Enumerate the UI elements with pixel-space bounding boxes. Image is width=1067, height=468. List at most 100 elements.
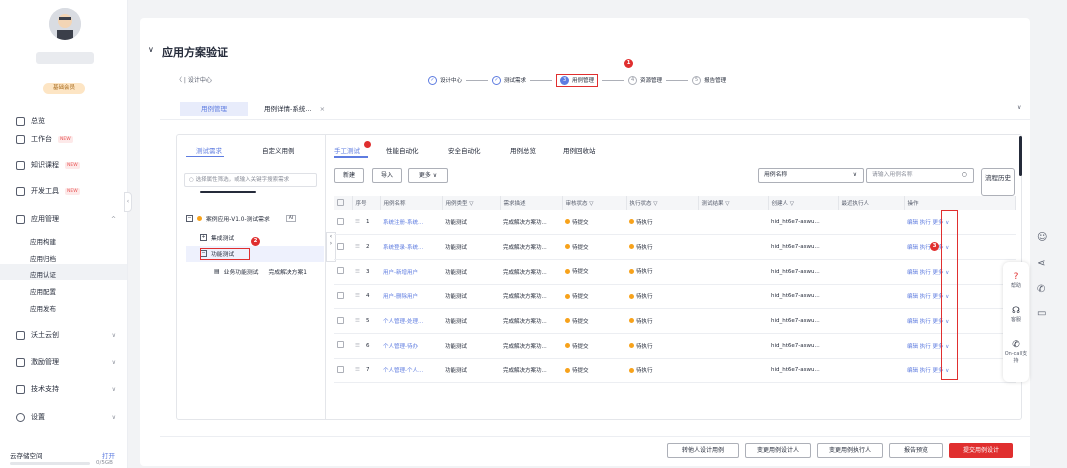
sidebar-item-course[interactable]: 知识课程 NEW bbox=[16, 157, 124, 173]
tab-case-detail[interactable]: 用例详情-系统... × bbox=[256, 102, 333, 116]
chevron-down-icon[interactable]: ∨ bbox=[148, 45, 154, 54]
edit-link[interactable]: 编辑 bbox=[907, 294, 918, 300]
run-link[interactable]: 执行 bbox=[920, 220, 931, 226]
case-name-link[interactable]: 用户-删除用户 bbox=[380, 284, 442, 310]
tree-node-root[interactable]: − 案例应用-V1.0-测试需求 AI bbox=[186, 214, 297, 223]
new-button[interactable]: 新建 bbox=[334, 168, 364, 183]
step-case-management[interactable]: 3 用例管理 bbox=[556, 73, 599, 87]
case-name-link[interactable]: 系统登录-系统... bbox=[380, 234, 442, 260]
run-link[interactable]: 执行 bbox=[920, 319, 931, 325]
table-row[interactable]: ☰ 7 个人管理-个人... 功能测试 完成解决方案功... 待提交 待执行 hid_ht6e… bbox=[334, 358, 1016, 384]
share-icon[interactable]: ⋖ bbox=[1037, 258, 1045, 269]
edit-link[interactable]: 编辑 bbox=[907, 319, 918, 325]
drag-handle-icon[interactable]: ☰ bbox=[355, 269, 360, 275]
filter-icon[interactable]: ▽ bbox=[469, 201, 473, 207]
select-all-checkbox[interactable] bbox=[337, 198, 344, 206]
sidebar-item-incentive[interactable]: 激励管理 ∨ bbox=[16, 354, 124, 370]
smile-icon[interactable]: ☺ bbox=[1037, 232, 1047, 243]
table-row[interactable]: ☰ 3 用户-新增用户 功能测试 完成解决方案功... 待提交 待执行 hid_ht6e7-a… bbox=[334, 259, 1016, 285]
tab-manual-test[interactable]: 手工测试 bbox=[334, 145, 360, 155]
drag-handle-icon[interactable]: ☰ bbox=[355, 219, 360, 225]
avatar[interactable] bbox=[49, 8, 81, 40]
tab-test-requirements[interactable]: 测试需求 bbox=[196, 145, 222, 155]
sidebar-subitem-publish[interactable]: 应用发布 bbox=[30, 303, 56, 313]
process-history-button[interactable]: 流程历史 bbox=[981, 168, 1015, 196]
run-link[interactable]: 执行 bbox=[920, 270, 931, 276]
transfer-design-button[interactable]: 转他人设计用例 bbox=[667, 443, 739, 458]
tree-node-integration[interactable]: + 集成测试 bbox=[200, 233, 234, 242]
filter-icon[interactable]: ▽ bbox=[725, 201, 729, 207]
back-link[interactable]: 〈 | 设计中心 bbox=[176, 75, 212, 84]
drag-handle-icon[interactable]: ☰ bbox=[355, 367, 360, 373]
table-row[interactable]: ☰ 6 个人管理-待办 功能测试 完成解决方案功... 待提交 待执行 hid_ht6e7-a… bbox=[334, 333, 1016, 359]
case-name-link[interactable]: 系统注册-系统... bbox=[380, 210, 442, 236]
case-name-link[interactable]: 个人管理-个人... bbox=[380, 358, 442, 384]
collapse-icon[interactable]: − bbox=[186, 215, 193, 222]
tab-recycle-bin[interactable]: 用例回收站 bbox=[563, 145, 596, 155]
sidebar-subitem-certify[interactable]: 应用认证 bbox=[30, 269, 56, 279]
phone-icon[interactable]: ✆ bbox=[1037, 284, 1045, 295]
help-button[interactable]: ? 帮助 bbox=[1003, 272, 1029, 289]
import-button[interactable]: 导入 bbox=[372, 168, 402, 183]
tab-performance[interactable]: 性能自动化 bbox=[386, 145, 419, 155]
filter-icon[interactable]: ▽ bbox=[790, 201, 794, 207]
feedback-icon[interactable]: ▭ bbox=[1037, 308, 1046, 319]
step-design-center[interactable]: ✓ 设计中心 bbox=[428, 75, 462, 85]
requirement-search-input[interactable]: ○ 选择属性筛选，或输入关键字搜索需求 bbox=[184, 173, 317, 187]
report-preview-button[interactable]: 报告预览 bbox=[889, 443, 943, 458]
more-button[interactable]: 更多 ∨ bbox=[408, 168, 448, 183]
row-checkbox[interactable] bbox=[337, 267, 344, 275]
drag-handle-icon[interactable]: ☰ bbox=[355, 244, 360, 250]
scrollbar[interactable] bbox=[1019, 136, 1022, 176]
row-checkbox[interactable] bbox=[337, 291, 344, 299]
case-name-link[interactable]: 用户-新增用户 bbox=[380, 259, 442, 285]
expand-icon[interactable]: + bbox=[200, 234, 207, 241]
sidebar-subitem-build[interactable]: 应用构建 bbox=[30, 236, 56, 246]
case-name-link[interactable]: 个人管理-处理... bbox=[380, 308, 442, 334]
tab-custom-cases[interactable]: 自定义用例 bbox=[262, 145, 295, 155]
filter-icon[interactable]: ▽ bbox=[653, 201, 657, 207]
row-checkbox[interactable] bbox=[337, 365, 344, 373]
submit-design-button[interactable]: 提交用例设计 bbox=[949, 443, 1013, 458]
sidebar-item-workbench[interactable]: 工作台 NEW bbox=[16, 131, 124, 147]
drag-handle-icon[interactable]: ☰ bbox=[355, 293, 360, 299]
change-executor-button[interactable]: 变更用例执行人 bbox=[817, 443, 883, 458]
run-link[interactable]: 执行 bbox=[920, 294, 931, 300]
edit-link[interactable]: 编辑 bbox=[907, 245, 918, 251]
tab-security[interactable]: 安全自动化 bbox=[448, 145, 481, 155]
storage-open-link[interactable]: 打开 bbox=[102, 450, 115, 460]
step-test-requirements[interactable]: ✓ 测试需求 bbox=[492, 75, 526, 85]
drag-handle-icon[interactable]: ☰ bbox=[355, 343, 360, 349]
tab-case-overview[interactable]: 用例总览 bbox=[510, 145, 536, 155]
table-row[interactable]: ☰ 1 系统注册-系统... 功能测试 完成解决方案功... 待提交 待执行 hid_ht6e… bbox=[334, 210, 1016, 236]
tab-case-management[interactable]: 用例管理 bbox=[180, 102, 248, 116]
filter-value-input[interactable]: 请输入用例名称 ○ bbox=[866, 168, 974, 183]
row-checkbox[interactable] bbox=[337, 316, 344, 324]
table-row[interactable]: ☰ 4 用户-删除用户 功能测试 完成解决方案功... 待提交 待执行 hid_ht6e7-a… bbox=[334, 284, 1016, 310]
row-checkbox[interactable] bbox=[337, 242, 344, 250]
chevron-down-icon[interactable]: ∨ bbox=[1017, 104, 1021, 111]
edit-link[interactable]: 编辑 bbox=[907, 270, 918, 276]
sidebar-subitem-config[interactable]: 应用配置 bbox=[30, 286, 56, 296]
tree-node-business[interactable]: ▤ 业务功能测试 完成解决方案1 bbox=[214, 267, 307, 276]
change-designer-button[interactable]: 变更用例设计人 bbox=[745, 443, 811, 458]
row-checkbox[interactable] bbox=[337, 217, 344, 225]
close-icon[interactable]: × bbox=[320, 105, 325, 113]
run-link[interactable]: 执行 bbox=[920, 344, 931, 350]
oncall-support-button[interactable]: ✆ On-call支持 bbox=[1003, 340, 1029, 364]
edit-link[interactable]: 编辑 bbox=[907, 220, 918, 226]
edit-link[interactable]: 编辑 bbox=[907, 344, 918, 350]
edit-link[interactable]: 编辑 bbox=[907, 368, 918, 374]
sidebar-item-support[interactable]: 技术支持 ∨ bbox=[16, 381, 124, 397]
sidebar-item-app-management[interactable]: 应用管理 ^ bbox=[16, 211, 124, 227]
drag-handle-icon[interactable]: ☰ bbox=[355, 318, 360, 324]
step-report-management[interactable]: 5 报告管理 bbox=[692, 75, 726, 85]
sidebar-item-cloud[interactable]: 沃土云创 ∨ bbox=[16, 327, 124, 343]
sidebar-item-settings[interactable]: 设置 ∨ bbox=[16, 409, 124, 425]
filter-icon[interactable]: ▽ bbox=[589, 201, 593, 207]
row-checkbox[interactable] bbox=[337, 341, 344, 349]
sidebar-subitem-archive[interactable]: 应用归档 bbox=[30, 253, 56, 263]
sidebar-collapse-button[interactable]: ‹ bbox=[124, 192, 132, 212]
filter-field-select[interactable]: 用例名称 ∨ bbox=[758, 168, 864, 183]
sidebar-item-devtools[interactable]: 开发工具 NEW bbox=[16, 183, 124, 199]
